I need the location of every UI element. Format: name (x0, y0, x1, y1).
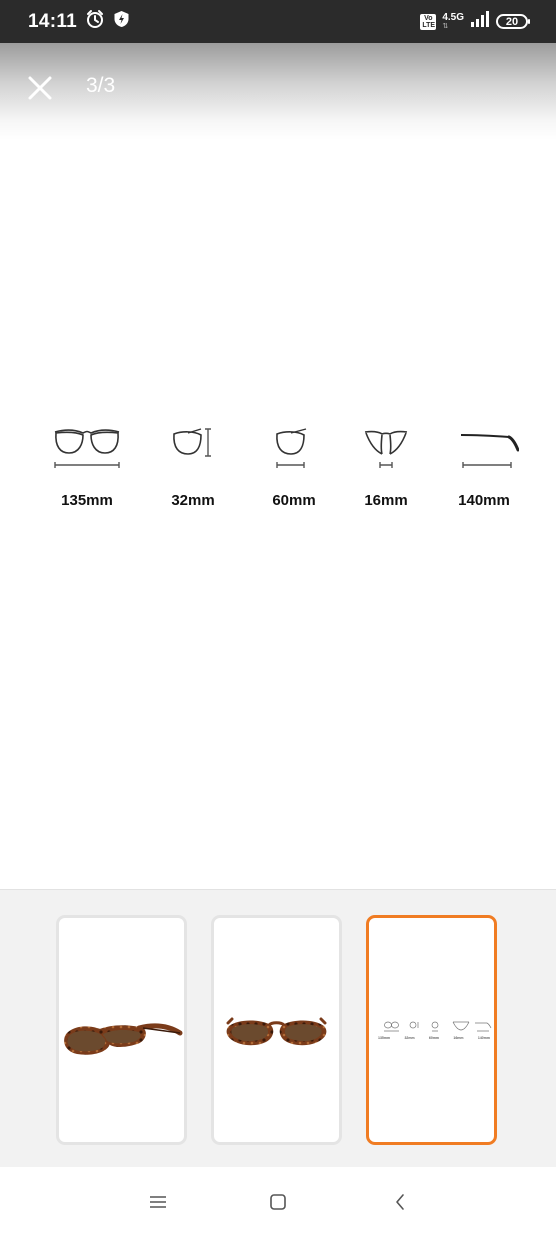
mini-label: 140mm (477, 1036, 490, 1040)
thumbnail-1[interactable] (56, 915, 187, 1145)
measure-label: 135mm (61, 492, 113, 509)
lens-height-icon (173, 428, 211, 457)
mini-label: 16mm (453, 1036, 464, 1040)
mini-label: 32mm (404, 1036, 415, 1040)
network-indicator: 4.5G ⇅ (442, 12, 464, 31)
status-bar: 14:11 Vo LTE 4.5G ⇅ 20 (0, 0, 556, 43)
lens-width-icon (276, 428, 307, 468)
menu-icon (150, 1196, 166, 1208)
battery-icon: 20 (496, 14, 530, 29)
status-right-icons: Vo LTE 4.5G ⇅ 20 (420, 11, 530, 32)
measure-item-frame-width: 135mm (42, 426, 132, 526)
back-button[interactable] (385, 1187, 415, 1217)
status-left-icons (85, 9, 130, 34)
thumbnail-strip: 135mm 32mm 60mm 16mm 140mm (0, 889, 556, 1167)
measure-label: 60mm (272, 492, 316, 509)
signal-bars-icon (470, 11, 490, 32)
measure-item-lens-width: 60mm (249, 426, 339, 526)
volte-badge: Vo LTE (420, 13, 437, 30)
thumbnail-3[interactable]: 135mm 32mm 60mm 16mm 140mm (366, 915, 497, 1145)
sunglasses-front-image (226, 1017, 327, 1046)
product-image-viewer: 14:11 Vo LTE 4.5G ⇅ 20 3/3 135mm 32mm 60… (0, 0, 556, 1235)
sunglasses-side-image (64, 1023, 183, 1055)
close-button[interactable] (22, 70, 58, 106)
main-image[interactable]: 135mm 32mm 60mm 16mm 140mm (0, 140, 556, 889)
thumbnail-2[interactable] (211, 915, 342, 1145)
battery-level: 20 (505, 15, 519, 28)
measure-label: 140mm (458, 492, 510, 509)
size-chart-thumbnail-image (384, 1021, 492, 1032)
measure-label: 32mm (171, 492, 215, 509)
recents-button[interactable] (143, 1187, 173, 1217)
alarm-icon (85, 9, 105, 34)
home-button[interactable] (263, 1187, 293, 1217)
measure-item-temple-length: 140mm (439, 426, 529, 526)
data-arrows-icon: ⇅ (442, 23, 449, 30)
status-time: 14:11 (28, 10, 78, 32)
page-indicator: 3/3 (86, 74, 116, 97)
network-type: 4.5G (442, 12, 464, 23)
shield-icon (113, 10, 130, 33)
frame-width-icon (54, 429, 120, 468)
temple-length-icon (460, 434, 519, 468)
bridge-width-icon (364, 430, 408, 468)
system-nav-bar (0, 1167, 556, 1235)
viewer-header: 3/3 (0, 43, 556, 140)
measure-label: 16mm (364, 492, 408, 509)
mini-label: 135mm (378, 1036, 391, 1040)
measure-item-bridge-width: 16mm (341, 426, 431, 526)
mini-label: 60mm (428, 1036, 440, 1040)
back-icon (396, 1194, 404, 1210)
home-icon (270, 1194, 286, 1210)
measure-item-lens-height: 32mm (148, 426, 238, 526)
size-chart: 135mm 32mm 60mm 16mm 140mm (40, 426, 526, 526)
thumbnail-mini-labels: 135mm 32mm 60mm 16mm 140mm (378, 1036, 490, 1040)
close-icon (28, 76, 52, 100)
